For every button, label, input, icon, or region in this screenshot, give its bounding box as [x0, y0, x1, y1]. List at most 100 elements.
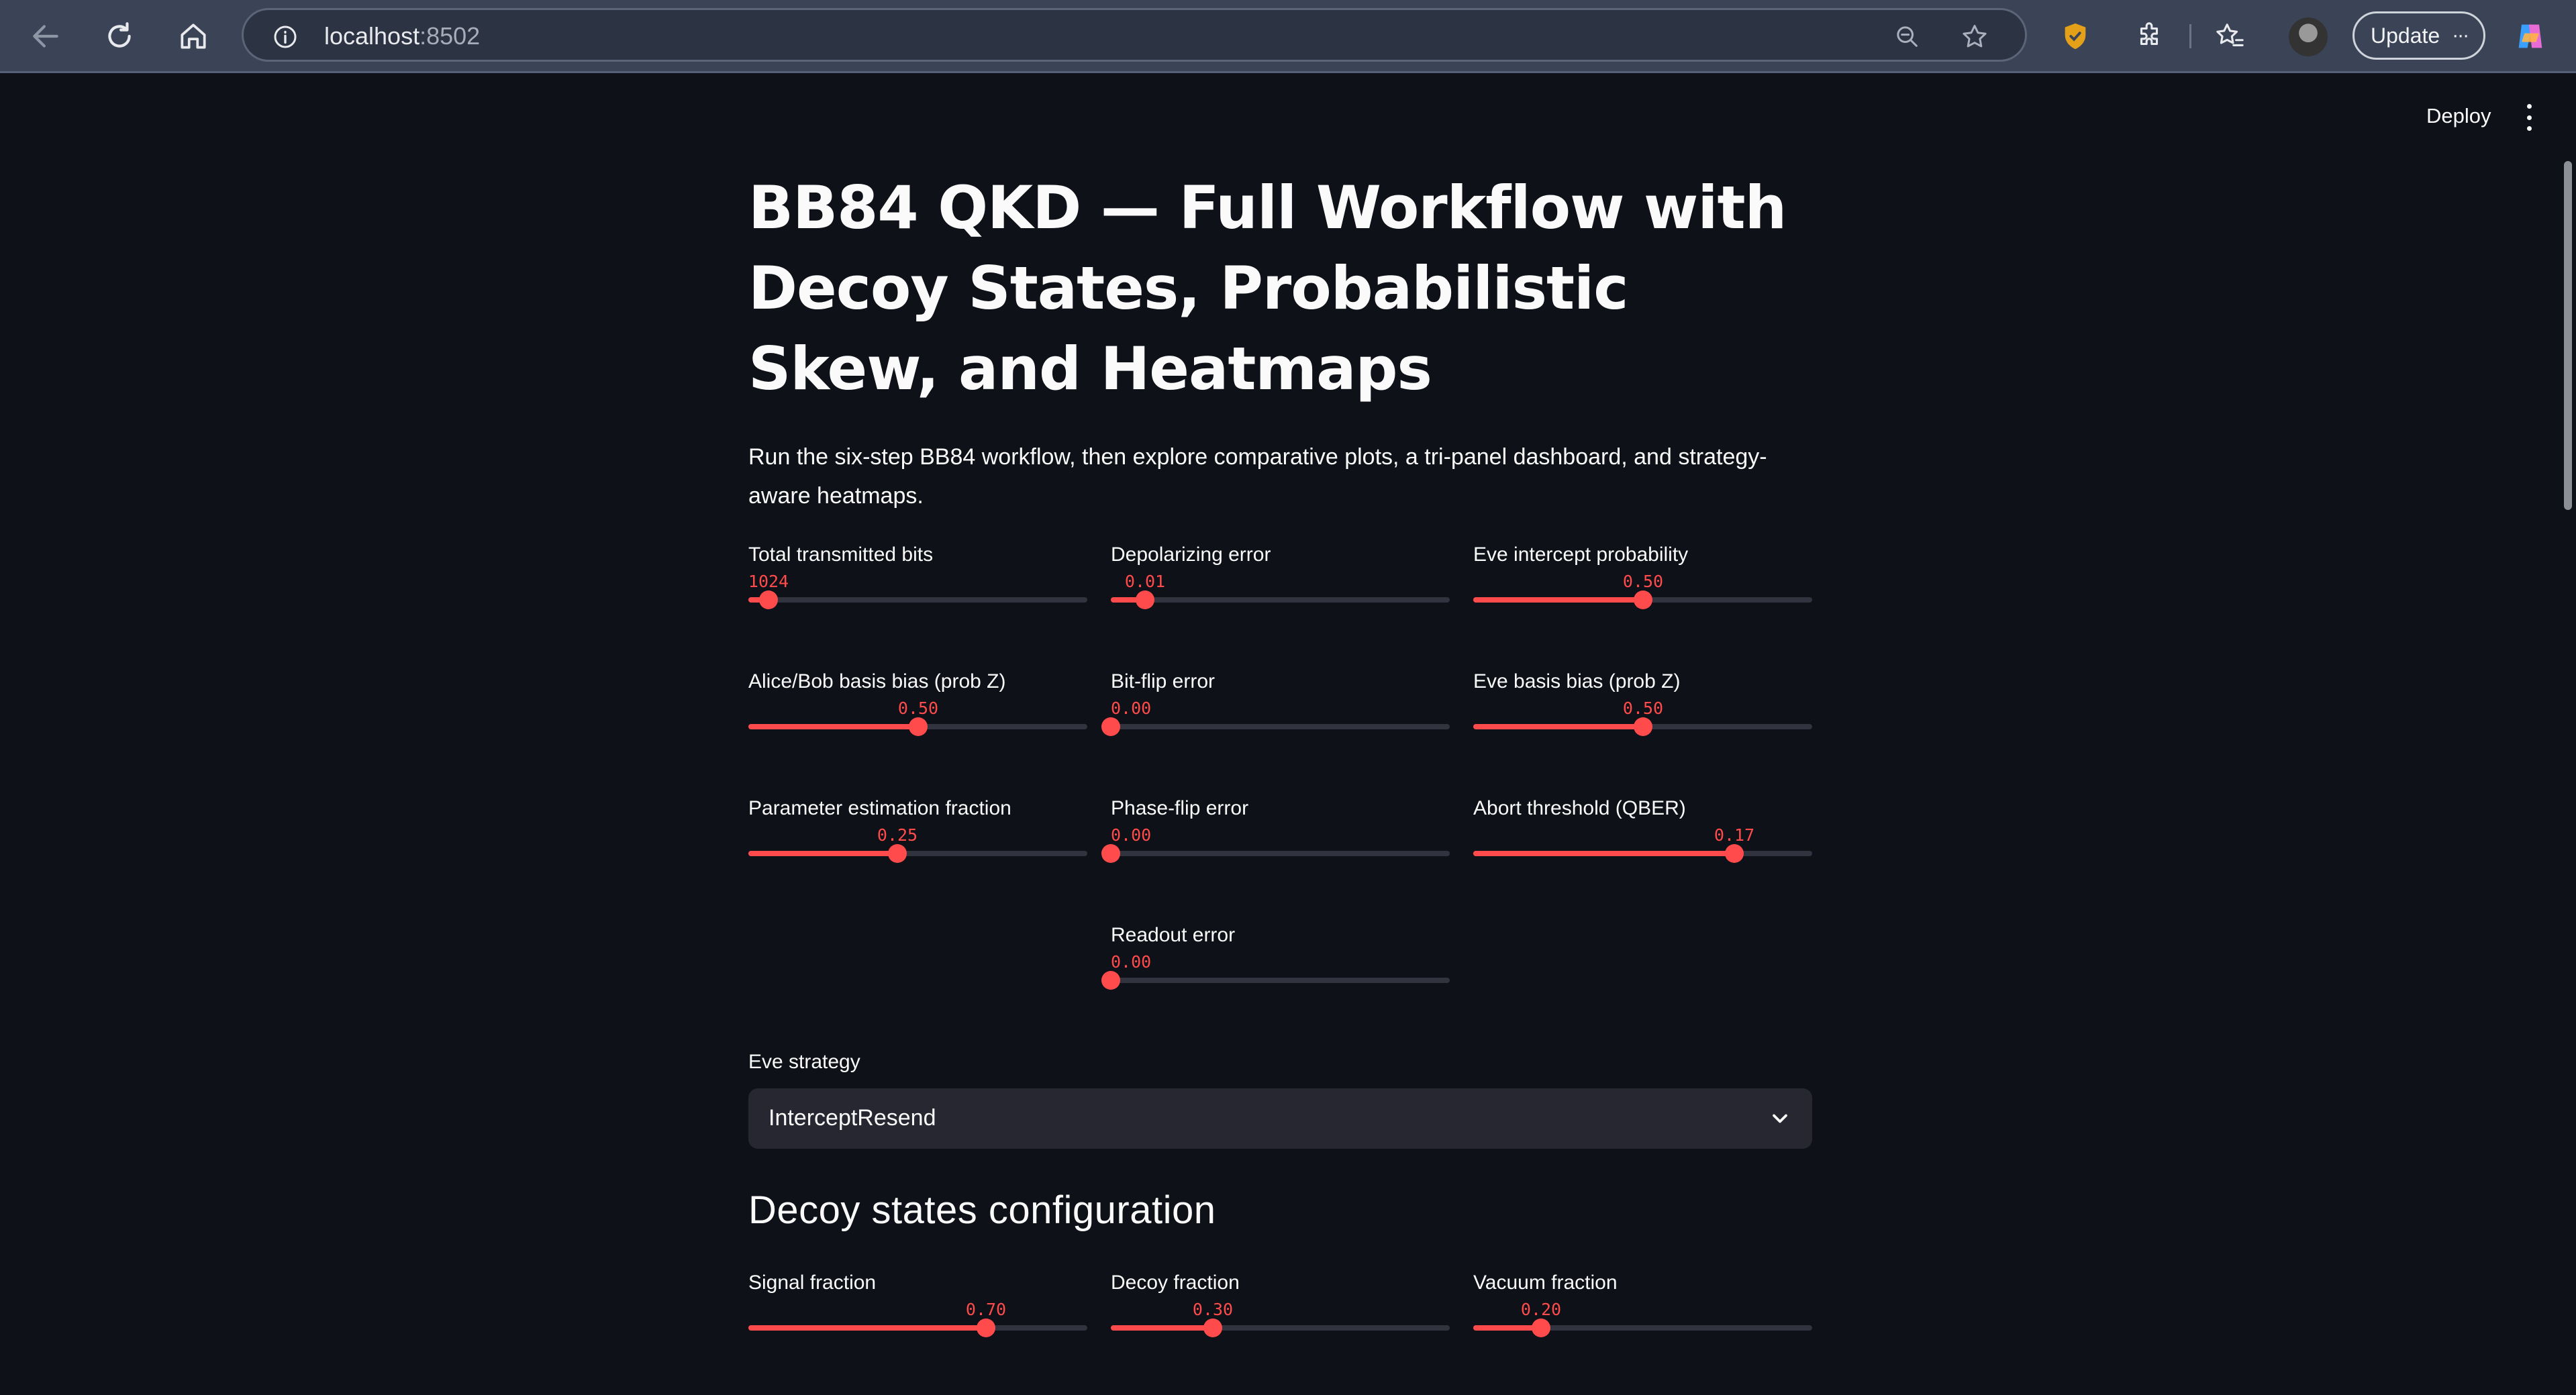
- slider-alice-bob-basis-bias[interactable]: Alice/Bob basis bias (prob Z) 0.50: [748, 670, 1087, 764]
- slider-track[interactable]: [1111, 590, 1450, 609]
- chevron-down-icon[interactable]: [1768, 1106, 1792, 1131]
- back-icon[interactable]: [26, 16, 66, 56]
- slider-fill: [748, 724, 918, 729]
- slider-track[interactable]: [748, 844, 1087, 863]
- address-bar[interactable]: localhost:8502: [242, 8, 2027, 62]
- slider-total-transmitted-bits[interactable]: Total transmitted bits 1024: [748, 544, 1087, 637]
- slider-track[interactable]: [748, 1319, 1087, 1337]
- eve-strategy-label: Eve strategy: [748, 1051, 860, 1073]
- favorites-icon[interactable]: [2210, 16, 2250, 56]
- slider-thumb[interactable]: [1532, 1319, 1550, 1337]
- slider-thumb[interactable]: [1101, 844, 1120, 863]
- slider-label: Signal fraction: [748, 1272, 877, 1294]
- home-icon[interactable]: [173, 16, 213, 56]
- update-label: Update: [2371, 23, 2440, 48]
- eve-strategy-selected: InterceptResend: [769, 1105, 936, 1131]
- slider-track[interactable]: [748, 717, 1087, 736]
- page-title: BB84 QKD — Full Workflow with Decoy Stat…: [748, 173, 1787, 403]
- slider-value: 0.01: [1124, 572, 1166, 591]
- slider-label: Total transmitted bits: [748, 544, 934, 566]
- slider-track[interactable]: [1111, 1319, 1450, 1337]
- slider-label: Readout error: [1111, 924, 1236, 946]
- toolbar-divider: [2189, 24, 2191, 48]
- slider-value: 0.00: [1111, 825, 1152, 845]
- slider-value: 0.20: [1520, 1300, 1562, 1319]
- slider-value: 0.00: [1111, 699, 1152, 718]
- favorite-star-icon[interactable]: [1959, 21, 1991, 53]
- slider-depolarizing-error[interactable]: Depolarizing error 0.01: [1111, 544, 1450, 637]
- slider-value: 0.25: [877, 825, 918, 845]
- slider-label: Alice/Bob basis bias (prob Z): [748, 670, 1006, 692]
- slider-label: Vacuum fraction: [1473, 1272, 1618, 1294]
- slider-thumb[interactable]: [1101, 717, 1120, 736]
- page-description: Run the six-step BB84 workflow, then exp…: [748, 444, 1767, 509]
- copilot-icon[interactable]: [2510, 16, 2550, 56]
- slider-track[interactable]: [1473, 844, 1812, 863]
- slider-vacuum-fraction[interactable]: Vacuum fraction 0.20: [1473, 1272, 1812, 1365]
- slider-signal-fraction[interactable]: Signal fraction 0.70: [748, 1272, 1087, 1365]
- slider-fill: [748, 1325, 986, 1331]
- eve-strategy-select[interactable]: InterceptResend: [748, 1088, 1812, 1149]
- extensions-icon[interactable]: [2129, 16, 2169, 56]
- more-dots-icon: ···: [2452, 24, 2469, 46]
- slider-fill: [748, 851, 897, 856]
- site-info-icon[interactable]: [269, 21, 301, 53]
- browser-toolbar: localhost:8502 Update ···: [0, 0, 2576, 73]
- slider-parameter-estimation-fraction[interactable]: Parameter estimation fraction 0.25: [748, 797, 1087, 891]
- slider-track[interactable]: [1101, 844, 1450, 863]
- slider-fill: [1473, 724, 1643, 729]
- slider-value: 0.50: [1622, 699, 1664, 718]
- slider-label: Eve intercept probability: [1473, 544, 1689, 566]
- slider-track[interactable]: [1473, 1319, 1812, 1337]
- slider-value: 0.17: [1714, 825, 1755, 845]
- profile-avatar[interactable]: [2289, 17, 2328, 56]
- slider-thumb[interactable]: [1634, 717, 1652, 736]
- reload-icon[interactable]: [99, 16, 140, 56]
- slider-fill: [1473, 1325, 1541, 1331]
- shield-extension-icon[interactable]: [2055, 16, 2095, 56]
- slider-value: 0.30: [1192, 1300, 1234, 1319]
- slider-thumb[interactable]: [909, 717, 928, 736]
- slider-eve-basis-bias[interactable]: Eve basis bias (prob Z) 0.50: [1473, 670, 1812, 764]
- deploy-button[interactable]: Deploy: [2426, 104, 2491, 128]
- slider-bit-flip-error[interactable]: Bit-flip error 0.00: [1101, 670, 1450, 764]
- slider-track[interactable]: [1473, 717, 1812, 736]
- slider-track[interactable]: [748, 590, 1087, 609]
- slider-thumb[interactable]: [1634, 590, 1652, 609]
- zoom-icon[interactable]: [1891, 21, 1924, 53]
- slider-thumb[interactable]: [1101, 971, 1120, 990]
- slider-thumb[interactable]: [977, 1319, 995, 1337]
- slider-fill: [1111, 1325, 1213, 1331]
- slider-readout-error[interactable]: Readout error 0.00: [1101, 924, 1450, 1018]
- slider-value: 0.70: [965, 1300, 1007, 1319]
- slider-label: Phase-flip error: [1111, 797, 1249, 819]
- slider-thumb[interactable]: [1725, 844, 1744, 863]
- slider-track[interactable]: [1473, 590, 1812, 609]
- main-menu-icon[interactable]: [2524, 104, 2534, 131]
- slider-value: 0.00: [1111, 952, 1152, 972]
- slider-label: Parameter estimation fraction: [748, 797, 1011, 819]
- slider-abort-threshold[interactable]: Abort threshold (QBER) 0.17: [1473, 797, 1812, 891]
- slider-label: Bit-flip error: [1111, 670, 1216, 692]
- main-content: BB84 QKD — Full Workflow with Decoy Stat…: [748, 168, 1812, 515]
- slider-track[interactable]: [1101, 717, 1450, 736]
- url-text[interactable]: localhost:8502: [324, 22, 480, 50]
- slider-eve-intercept-probability[interactable]: Eve intercept probability 0.50: [1473, 544, 1812, 637]
- slider-thumb[interactable]: [1203, 1319, 1222, 1337]
- slider-track[interactable]: [1101, 971, 1450, 990]
- slider-value: 0.50: [1622, 572, 1664, 591]
- slider-label: Decoy fraction: [1111, 1272, 1240, 1294]
- decoy-section-heading: Decoy states configuration: [748, 1188, 1216, 1232]
- url-host: localhost: [324, 22, 420, 50]
- slider-fill: [1473, 851, 1734, 856]
- page-scrollbar[interactable]: [2564, 161, 2572, 510]
- slider-label: Depolarizing error: [1111, 544, 1271, 566]
- slider-thumb[interactable]: [759, 590, 778, 609]
- slider-decoy-fraction[interactable]: Decoy fraction 0.30: [1111, 1272, 1450, 1365]
- slider-value: 0.50: [897, 699, 939, 718]
- slider-thumb[interactable]: [1136, 590, 1154, 609]
- slider-thumb[interactable]: [888, 844, 907, 863]
- update-button[interactable]: Update ···: [2352, 11, 2485, 60]
- url-port: :8502: [419, 22, 481, 50]
- slider-phase-flip-error[interactable]: Phase-flip error 0.00: [1101, 797, 1450, 891]
